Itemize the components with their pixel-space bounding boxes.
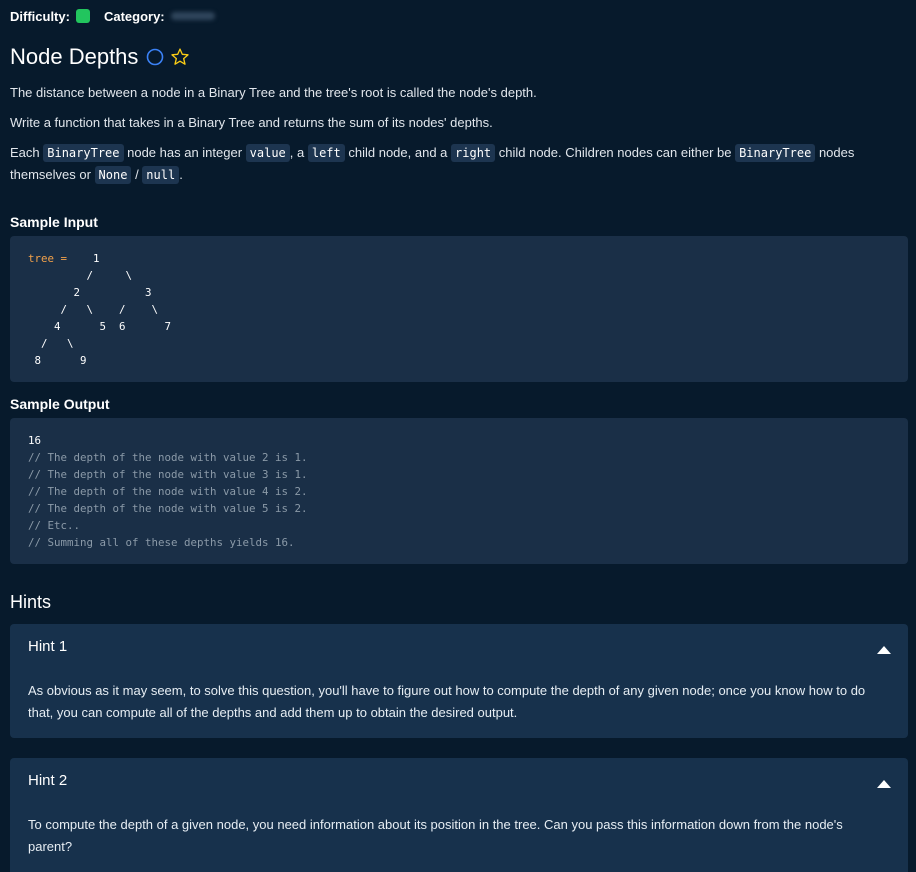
description-paragraph-3: Each BinaryTree node has an integer valu… [10, 142, 900, 186]
text-segment: node has an integer [123, 145, 246, 160]
hint-text: To compute the depth of a given node, yo… [28, 817, 843, 854]
star-icon[interactable] [170, 47, 190, 67]
sample-input-code-text: tree = 1 / \ 2 3 / \ / \ 4 5 6 7 / \ 8 9 [28, 250, 171, 369]
hint-card-1[interactable]: Hint 1 As obvious as it may seem, to sol… [10, 624, 908, 738]
text-segment: / [131, 167, 143, 182]
text-segment: , a [289, 145, 308, 160]
code-keyword-tree: tree = [28, 252, 68, 265]
code-line: / \ / \ [28, 303, 159, 316]
hint-label: Hint 1 [28, 638, 68, 655]
sample-input-code: tree = 1 / \ 2 3 / \ / \ 4 5 6 7 / \ 8 9 [10, 236, 908, 382]
sample-output-code: 16 // The depth of the node with value 2… [10, 418, 908, 564]
description-paragraph-2: Write a function that takes in a Binary … [10, 115, 493, 130]
text-segment: Each [10, 145, 44, 160]
hint-text: As obvious as it may seem, to solve this… [28, 683, 866, 720]
sample-output-title: Sample Output [10, 396, 110, 412]
difficulty-badge [75, 9, 90, 23]
title-row: Node Depths [10, 42, 190, 72]
inline-code-null: null [142, 166, 180, 184]
code-comment: // Summing all of these depths yields 16… [28, 536, 295, 549]
text-segment: . [179, 167, 183, 182]
inline-code-left: left [307, 144, 345, 162]
page-title: Node Depths [10, 44, 139, 69]
code-line: 4 5 6 7 [28, 320, 172, 333]
chevron-up-icon[interactable] [876, 776, 892, 788]
code-line: / \ [28, 337, 74, 350]
sample-output-code-text: 16 // The depth of the node with value 2… [28, 432, 308, 551]
inline-code-value: value [245, 144, 290, 162]
code-line: 8 9 [28, 354, 87, 367]
text-segment: child node. Children nodes can either be [495, 145, 736, 160]
text-segment: child node, and a [344, 145, 452, 160]
code-comment: // The depth of the node with value 3 is… [28, 468, 308, 481]
code-line: 1 [67, 252, 100, 265]
code-comment: // The depth of the node with value 2 is… [28, 451, 308, 464]
code-line: 2 3 [28, 286, 152, 299]
inline-code-none: None [94, 166, 132, 184]
inline-code-right: right [451, 144, 496, 162]
description-paragraph-1: The distance between a node in a Binary … [10, 85, 537, 100]
sample-input-title: Sample Input [10, 214, 98, 230]
category-label: Category: [103, 8, 165, 24]
inline-code-binarytree-2: BinaryTree [735, 144, 816, 162]
hints-title: Hints [10, 592, 52, 612]
circle-icon[interactable] [146, 48, 164, 66]
hint-label: Hint 2 [28, 772, 68, 789]
output-result: 16 [28, 434, 42, 447]
problem-page: Difficulty: Category: Node Depths The di… [0, 0, 916, 872]
difficulty-label: Difficulty: [10, 8, 70, 24]
code-line: / \ [28, 269, 133, 282]
code-comment: // Etc.. [28, 519, 81, 532]
hint-card-2[interactable]: Hint 2 To compute the depth of a given n… [10, 758, 908, 872]
code-comment: // The depth of the node with value 5 is… [28, 502, 308, 515]
problem-meta-bar: Difficulty: Category: [10, 6, 215, 26]
category-value-blurred [170, 12, 215, 20]
inline-code-binarytree: BinaryTree [43, 144, 124, 162]
chevron-up-icon[interactable] [876, 642, 892, 654]
code-comment: // The depth of the node with value 4 is… [28, 485, 308, 498]
